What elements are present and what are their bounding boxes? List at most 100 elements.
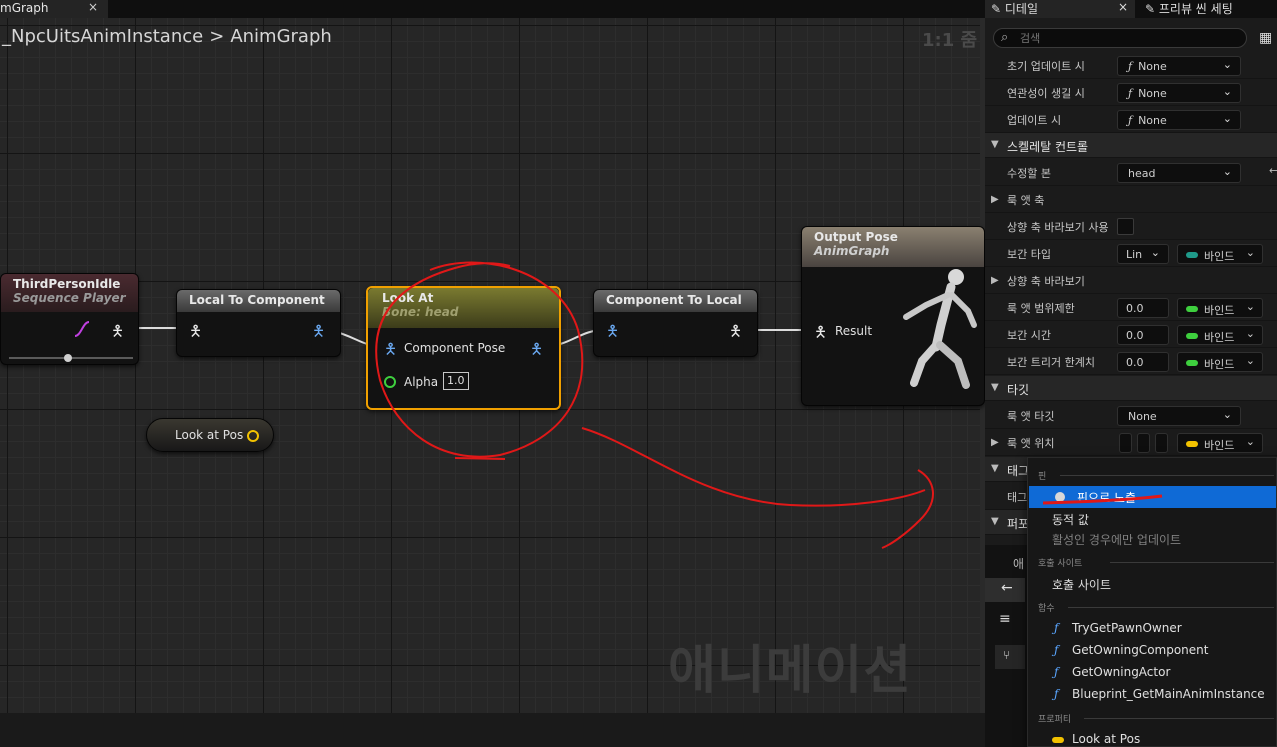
close-icon[interactable]: × [1118,0,1128,14]
menu-item-dynamic-value[interactable]: 동적 값 [1052,511,1089,528]
table-view-icon[interactable]: ▦ [1259,30,1272,46]
interp-trigger-input[interactable]: 0.0 [1117,352,1169,372]
row-label: 태그 [1007,491,1028,504]
bind-dropdown[interactable]: 바인드 ⌄ [1177,352,1263,372]
pose-output-pin-icon[interactable]: 🯅 [530,339,543,364]
bind-dropdown[interactable]: 바인드 ⌄ [1177,244,1263,264]
category-target[interactable]: ▼ 타깃 [985,376,1277,401]
pose-output-pin-icon[interactable]: 🯅 [111,321,124,346]
interp-type-dropdown[interactable]: Lin ⌄ [1117,244,1169,264]
menu-property-item[interactable]: Look at Pos [1052,732,1140,746]
vector-output-pin-icon[interactable] [247,430,259,442]
collapse-arrow-icon[interactable]: ▼ [991,463,999,474]
location-x-input[interactable] [1119,433,1132,453]
anim-graph-panel[interactable]: mGraph × _NpcUitsAnimInstance > AnimGraph … [0,0,985,747]
node-output-pose[interactable]: Output Pose AnimGraph 🯅 Result [801,226,985,406]
menu-section-call-site: 호출 사이트 [1038,559,1083,569]
component-pose-pin-icon[interactable]: 🯅 [384,339,397,364]
alpha-pin-icon[interactable] [384,376,396,388]
row-look-at-axis: ▶ 룩 앳 축 [985,186,1277,213]
node-look-at-pos[interactable]: Look at Pos [146,418,274,452]
row-look-at-location: ▶ 룩 앳 위치 바인드 ⌄ [985,429,1277,456]
alpha-value-field[interactable]: 1.0 [443,372,469,390]
row-label: 룩 앳 축 [1007,194,1045,207]
node-subtitle: AnimGraph [814,244,890,258]
back-button[interactable]: ← [985,578,1025,602]
pose-input-pin-icon[interactable]: 🯅 [189,321,202,346]
reset-arrow-icon[interactable]: ← [1269,164,1277,177]
pose-output-pin-icon[interactable]: 🯅 [729,321,742,346]
menu-item-call-site[interactable]: 호출 사이트 [1052,576,1111,593]
slider-handle[interactable] [64,354,72,362]
collapse-arrow-icon[interactable]: ▼ [991,516,999,527]
node-third-person-idle[interactable]: ThirdPersonIdle Sequence Player 🯅 [0,273,139,365]
tab-details[interactable]: ✎ 디테일 × [985,0,1135,18]
pose-output-pin-icon[interactable]: 🯅 [312,321,325,346]
node-component-to-local[interactable]: Component To Local 🯅 🯅 [593,289,758,357]
bind-dot-icon [1186,306,1198,312]
expand-arrow-icon[interactable]: ▶ [991,437,999,448]
row-interp-type: 보간 타입 Lin ⌄ 바인드 ⌄ [985,240,1277,267]
search-box[interactable]: ⌕ [993,28,1247,48]
node-subtitle: Bone: head [382,305,459,319]
row-look-up-axis: ▶ 상향 축 바라보기 [985,267,1277,294]
function-icon: ƒ [1054,687,1059,701]
expand-arrow-icon[interactable]: ▶ [991,194,999,205]
filter-icon[interactable]: ≡ [999,611,1011,627]
branch-button[interactable]: ⑂ [995,645,1025,669]
pin-label-result: Result [835,324,873,338]
node-look-at[interactable]: Look At Bone: head 🯅 Component Pose 🯅 Al… [366,286,561,410]
node-local-to-component[interactable]: Local To Component 🯅 🯅 [176,289,341,357]
search-input[interactable] [1020,31,1240,45]
play-rate-slider[interactable] [9,354,133,362]
pin-label-component-pose: Component Pose [404,341,506,355]
search-row: ⌕ ▦ [985,26,1277,52]
menu-function-item[interactable]: ƒ Blueprint_GetMainAnimInstance [1054,687,1265,701]
row-interp-time: 보간 시간 0.0 바인드 ⌄ [985,321,1277,348]
row-label: 룩 앳 위치 [1007,437,1055,450]
menu-item-expose-pin[interactable]: 핀으로 노출 [1029,486,1276,508]
interp-time-input[interactable]: 0.0 [1117,325,1169,345]
property-type-icon [1052,737,1064,743]
chevron-down-icon: ⌄ [1245,300,1255,313]
pose-input-pin-icon[interactable]: 🯅 [606,321,619,346]
location-z-input[interactable] [1155,433,1168,453]
search-icon: ⌕ [1001,30,1009,45]
category-skeletal-control[interactable]: ▼ 스켈레탈 컨트롤 [985,133,1277,158]
collapse-arrow-icon[interactable]: ▼ [991,139,999,150]
category-label: 스켈레탈 컨트롤 [1007,140,1089,154]
target-dropdown[interactable]: None ⌄ [1117,406,1241,426]
function-icon: ƒ [1054,621,1059,635]
bind-dot-icon [1186,252,1198,258]
function-dropdown[interactable]: ƒ None ⌄ [1117,110,1241,130]
expand-arrow-icon[interactable]: ▶ [991,275,999,286]
unreal-editor-window: mGraph × _NpcUitsAnimInstance > AnimGraph … [0,0,1277,747]
menu-function-item[interactable]: ƒ TryGetPawnOwner [1054,621,1182,635]
clamp-input[interactable]: 0.0 [1117,298,1169,318]
menu-separator [1068,607,1274,608]
bind-dropdown[interactable]: 바인드 ⌄ [1177,325,1263,345]
chevron-down-icon: ⌄ [1245,246,1255,259]
function-icon: ƒ [1128,87,1133,100]
function-icon: ƒ [1054,665,1059,679]
bind-dropdown[interactable]: 바인드 ⌄ [1177,298,1263,318]
collapse-arrow-icon[interactable]: ▼ [991,382,999,393]
radio-dot-icon [1055,492,1065,502]
node-title: Look At [382,291,434,305]
menu-function-item[interactable]: ƒ GetOwningComponent [1054,643,1208,657]
function-dropdown[interactable]: ƒ None ⌄ [1117,83,1241,103]
row-label: 룩 앳 타깃 [1007,410,1055,423]
function-dropdown[interactable]: ƒ None ⌄ [1117,56,1241,76]
category-label: 태그 [1007,464,1030,478]
menu-function-item[interactable]: ƒ GetOwningActor [1054,665,1170,679]
bone-dropdown[interactable]: head ⌄ [1117,163,1241,183]
menu-separator [1060,475,1274,476]
bind-dropdown[interactable]: 바인드 ⌄ [1177,433,1263,453]
row-become-relevant: 연관성이 생길 시 ƒ None ⌄ [985,79,1277,106]
category-label: 타깃 [1007,383,1030,397]
result-pin-icon[interactable]: 🯅 [814,322,827,347]
use-look-up-axis-checkbox[interactable] [1117,218,1134,235]
location-y-input[interactable] [1137,433,1150,453]
row-interp-trigger: 보간 트리거 한계치 0.0 바인드 ⌄ [985,348,1277,375]
tab-preview-scene-settings[interactable]: ✎ 프리뷰 씬 세팅 [1145,0,1233,18]
